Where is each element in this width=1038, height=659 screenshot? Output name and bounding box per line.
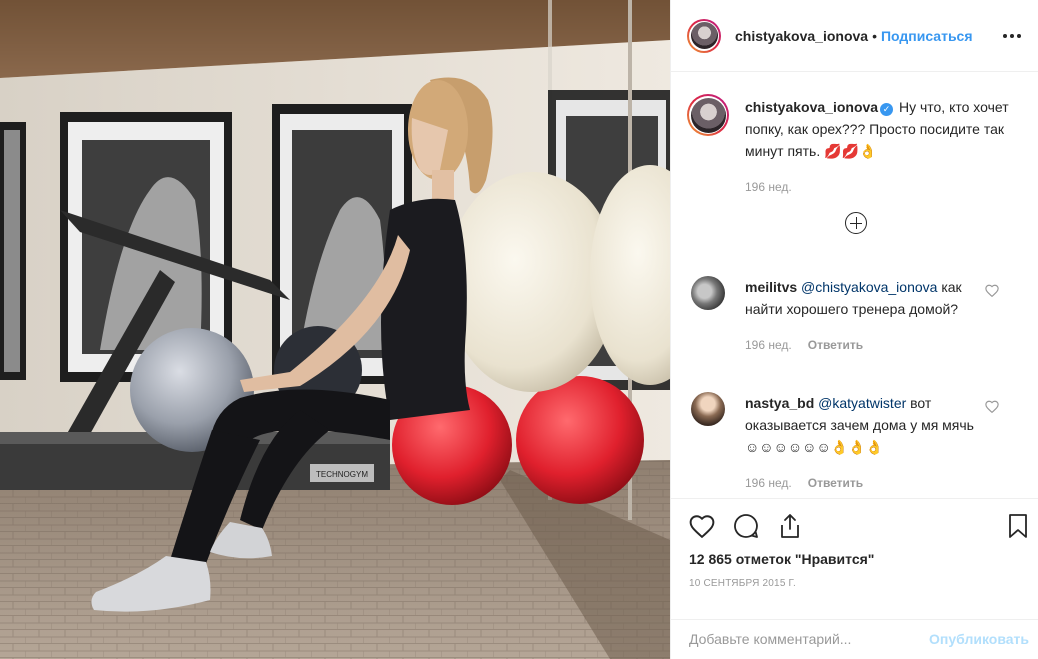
save-bookmark-icon[interactable] xyxy=(1003,511,1033,541)
load-more-comments-icon[interactable] xyxy=(845,212,867,234)
comment-mention[interactable]: @chistyakova_ionova xyxy=(801,279,937,295)
like-heart-icon[interactable] xyxy=(687,511,717,541)
commenter-avatar[interactable] xyxy=(691,392,725,426)
comment-username[interactable]: meilitvs xyxy=(745,279,797,295)
like-comment-heart-icon[interactable] xyxy=(985,284,999,300)
reply-button[interactable]: Ответить xyxy=(808,476,863,490)
header-separator: • xyxy=(872,27,877,44)
caption-author-avatar[interactable] xyxy=(687,94,729,136)
comments-list: chistyakova_ionova ✓ Ну что, кто хочет по… xyxy=(671,72,1038,498)
commenter-avatar[interactable] xyxy=(691,276,725,310)
comment-time: 196 нед. xyxy=(745,338,792,352)
add-comment-bar: Добавьте комментарий... Опубликовать xyxy=(671,619,1038,659)
likes-count[interactable]: 12 865 отметок "Нравится" xyxy=(689,551,874,567)
author-avatar[interactable] xyxy=(687,18,721,53)
reply-button[interactable]: Ответить xyxy=(808,338,863,352)
comment-username[interactable]: nastya_bd xyxy=(745,395,814,411)
verified-badge-icon: ✓ xyxy=(880,103,894,116)
post-date: 10 СЕНТЯБРЯ 2015 Г. xyxy=(689,578,796,589)
comment-bubble-icon[interactable] xyxy=(731,511,761,541)
caption-time: 196 нед. xyxy=(745,180,792,194)
post-photo[interactable]: TECHNOGYM xyxy=(0,0,670,659)
post-actions: 12 865 отметок "Нравится" 10 СЕНТЯБРЯ 20… xyxy=(671,498,1038,619)
share-icon[interactable] xyxy=(775,511,805,541)
post-header: chistyakova_ionova • Подписаться xyxy=(671,0,1038,72)
treadmill-brand-label: TECHNOGYM xyxy=(316,470,368,479)
comment-mention[interactable]: @katyatwister xyxy=(818,395,906,411)
caption-username[interactable]: chistyakova_ionova xyxy=(745,99,878,115)
author-username[interactable]: chistyakova_ionova xyxy=(735,28,868,44)
more-options-icon[interactable] xyxy=(1002,22,1022,42)
comment-time: 196 нед. xyxy=(745,476,792,490)
publish-button[interactable]: Опубликовать xyxy=(929,631,1029,647)
add-comment-input[interactable]: Добавьте комментарий... xyxy=(689,631,851,647)
like-comment-heart-icon[interactable] xyxy=(985,400,999,416)
author-photo xyxy=(690,22,718,49)
follow-button[interactable]: Подписаться xyxy=(881,28,973,44)
gym-photo-illustration: TECHNOGYM xyxy=(0,0,670,659)
post-side-panel: chistyakova_ionova • Подписаться chistya… xyxy=(670,0,1038,659)
